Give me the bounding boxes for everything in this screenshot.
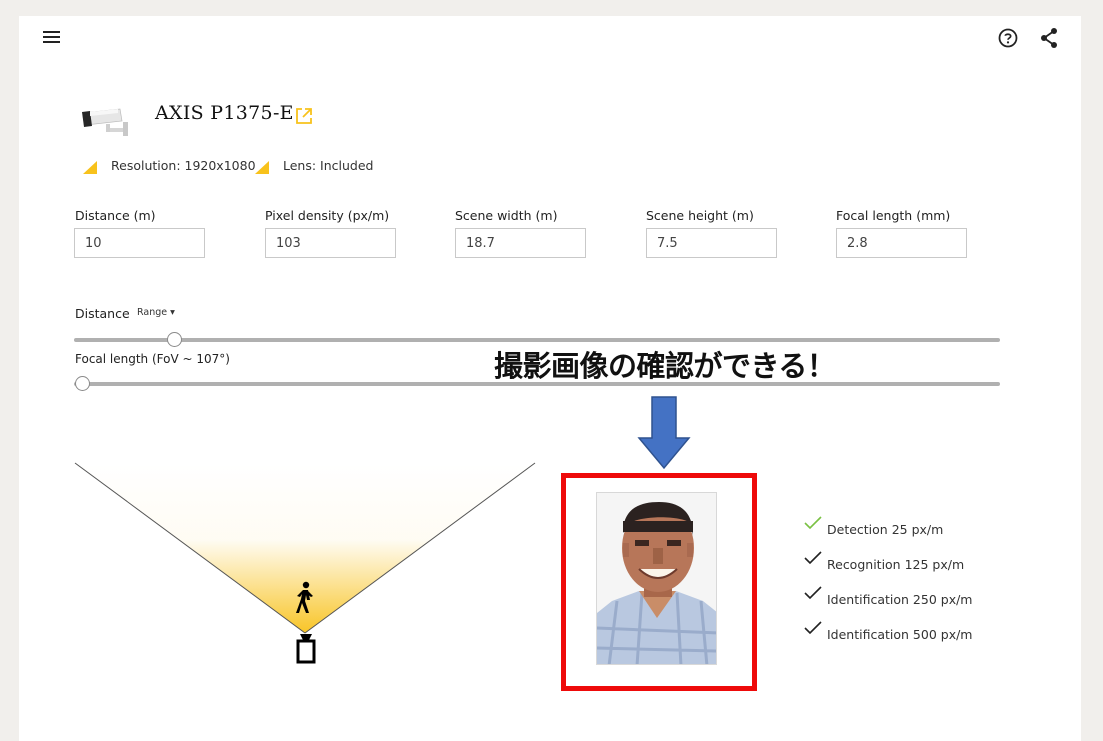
distance-slider-handle[interactable] [166, 332, 182, 347]
walking-person-icon [296, 581, 313, 613]
lens-marker-icon [255, 161, 269, 174]
caret-down-icon: ▾ [167, 307, 175, 318]
camera-position-icon [296, 634, 316, 664]
pixel-density-field-label: Pixel density (px/m) [265, 208, 390, 223]
bullet-camera-icon [82, 108, 128, 136]
focal-slider-label: Focal length (FoV ~ 107°) [75, 352, 230, 366]
distance-slider-track[interactable] [74, 338, 1000, 342]
level-identification-500: Identification 500 px/m [827, 627, 973, 642]
focal-length-field[interactable] [836, 228, 967, 258]
level-recognition: Recognition 125 px/m [827, 557, 965, 572]
identification-250-check-icon [804, 586, 822, 600]
distance-field[interactable] [74, 228, 205, 258]
product-name: AXIS P1375-E [155, 102, 294, 124]
pixelated-face-preview [596, 492, 717, 665]
resolution-marker-icon [83, 161, 97, 174]
range-dropdown-label: Range [137, 307, 168, 318]
scene-width-field-label: Scene width (m) [455, 208, 558, 223]
identification-500-check-icon [804, 621, 822, 635]
scene-height-field[interactable] [646, 228, 777, 258]
resolution-spec: Resolution: 1920x1080 [111, 158, 256, 173]
detection-check-icon [804, 516, 822, 530]
recognition-check-icon [804, 551, 822, 565]
scene-height-field-label: Scene height (m) [646, 208, 754, 223]
range-dropdown[interactable]: Range ▾ [137, 307, 175, 318]
pixel-density-field[interactable] [265, 228, 396, 258]
scene-width-field[interactable] [455, 228, 586, 258]
down-arrow-icon [637, 396, 691, 470]
annotation-text: 撮影画像の確認ができる！ [494, 349, 836, 383]
face-image [597, 493, 716, 664]
external-link-icon[interactable] [294, 106, 314, 126]
level-identification-250: Identification 250 px/m [827, 592, 973, 607]
level-detection: Detection 25 px/m [827, 522, 944, 537]
distance-slider-label: Distance [75, 306, 130, 321]
focal-length-field-label: Focal length (mm) [836, 208, 951, 223]
help-circle-icon[interactable] [997, 27, 1019, 49]
hamburger-menu-icon[interactable] [43, 30, 61, 44]
distance-field-label: Distance (m) [75, 208, 156, 223]
focal-slider-handle[interactable] [75, 376, 90, 391]
lens-spec: Lens: Included [283, 158, 374, 173]
share-icon[interactable] [1039, 27, 1059, 49]
